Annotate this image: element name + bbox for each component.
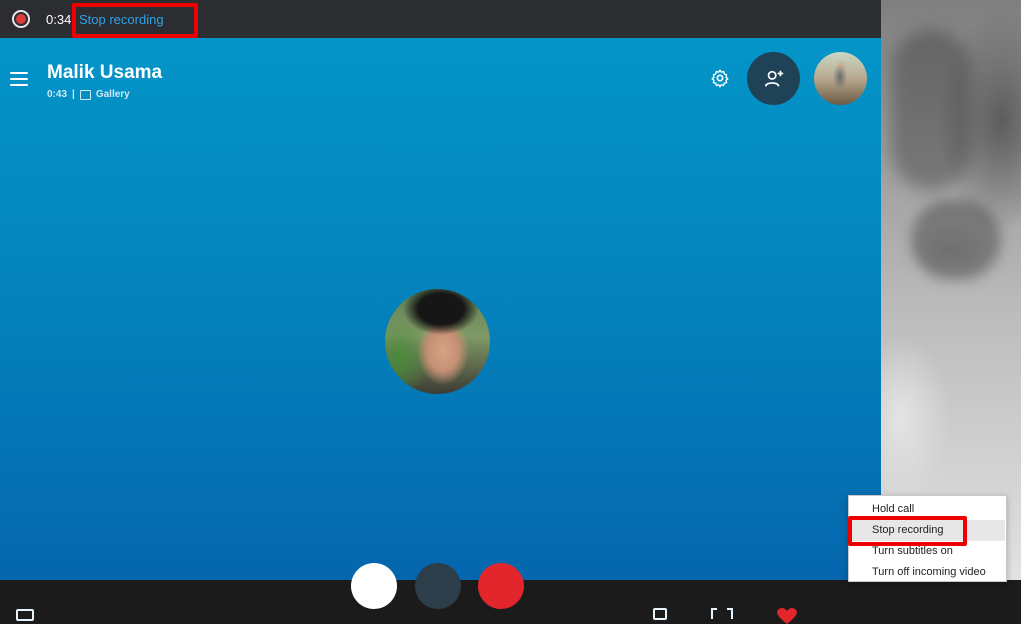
heart-icon[interactable] <box>773 606 801 624</box>
record-icon <box>12 10 30 28</box>
view-mode-label[interactable]: Gallery <box>96 89 130 100</box>
self-avatar[interactable] <box>814 52 867 105</box>
meta-separator: | <box>72 89 75 100</box>
recording-elapsed-time: 0:34 <box>46 12 72 27</box>
photo-blur-shape <box>911 200 1001 280</box>
call-meta: 0:43 | Gallery <box>47 89 130 100</box>
gear-icon[interactable] <box>710 68 730 88</box>
call-stage: Malik Usama 0:43 | Gallery <box>0 38 881 624</box>
background-photo <box>881 0 1021 580</box>
chat-icon[interactable] <box>16 609 34 621</box>
caller-name: Malik Usama <box>47 62 163 83</box>
call-duration: 0:43 <box>47 89 68 100</box>
hamburger-icon[interactable] <box>10 72 28 86</box>
microphone-button[interactable] <box>351 563 397 609</box>
highlight-box-stop-recording <box>72 3 198 38</box>
video-button[interactable] <box>415 563 461 609</box>
add-person-icon <box>764 70 783 87</box>
fullscreen-icon[interactable] <box>711 608 733 620</box>
highlight-box-menu-stop-recording <box>848 516 967 546</box>
end-call-button[interactable] <box>478 563 524 609</box>
gallery-icon <box>79 89 91 100</box>
photo-blur-shape <box>891 30 971 190</box>
remote-participant-avatar <box>385 289 490 394</box>
add-participant-button[interactable] <box>747 52 800 105</box>
share-screen-icon[interactable] <box>653 608 667 620</box>
